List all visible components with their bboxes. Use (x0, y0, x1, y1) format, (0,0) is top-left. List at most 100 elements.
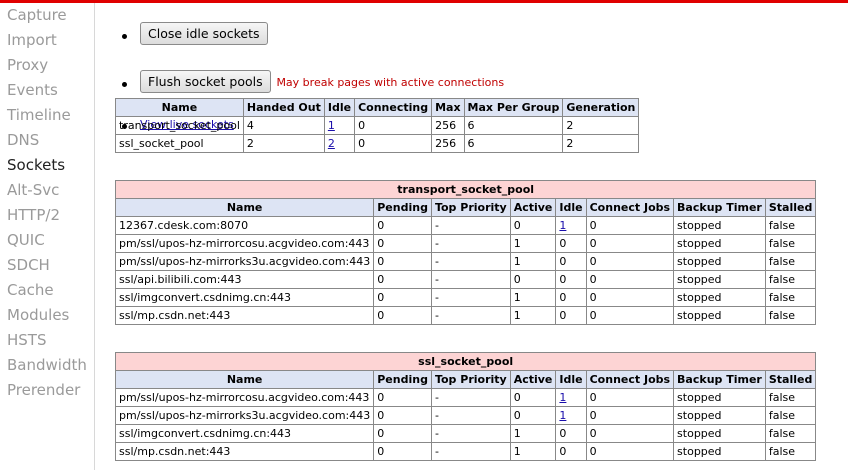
table-cell: 0 (373, 388, 432, 407)
table-cell: 0 (555, 270, 587, 289)
table-cell: pm/ssl/upos-hz-mirrorcosu.acgvideo.com:4… (114, 234, 375, 253)
sidebar-item-hsts[interactable]: HSTS (0, 328, 94, 353)
sidebar-item-bandwidth[interactable]: Bandwidth (0, 353, 94, 378)
table-cell: 0 (373, 306, 432, 325)
column-header: Connect Jobs (585, 370, 675, 389)
table-caption-row: ssl_socket_pool (114, 352, 817, 371)
sidebar-item-import[interactable]: Import (0, 28, 94, 53)
table-row: transport_socket_pool 4 1 0 256 6 2 (115, 116, 640, 135)
sidebar-item-quic[interactable]: QUIC (0, 228, 94, 253)
table-header-row: Name Pending Top Priority Active Idle Connect… (114, 198, 817, 217)
table-caption-row: transport_socket_pool (114, 180, 817, 199)
column-header: Connect Jobs (585, 198, 675, 217)
table-cell: 0 (555, 424, 587, 443)
table-cell: pm/ssl/upos-hz-mirrorks3u.acgvideo.com:4… (114, 252, 375, 271)
flush-socket-pools-button[interactable]: Flush socket pools (140, 70, 271, 93)
flush-warning-text: May break pages with active connections (276, 76, 505, 89)
idle-count-link[interactable]: 1 (559, 409, 566, 422)
table-cell: ssl/imgconvert.csdnimg.cn:443 (114, 424, 375, 443)
table-cell: 2 (242, 134, 325, 153)
sidebar-item-timeline[interactable]: Timeline (0, 103, 94, 128)
table-cell: 0 (585, 234, 675, 253)
idle-count-link[interactable]: 1 (559, 219, 566, 232)
table-cell: 0 (585, 406, 675, 425)
table-cell: ssl/mp.csdn.net:443 (114, 442, 375, 461)
column-header: Stalled (764, 370, 817, 389)
table-cell: false (764, 234, 817, 253)
column-header: Name (115, 98, 244, 117)
socket-pools-summary-table: Name Handed Out Idle Connecting Max Max Per G… (115, 98, 640, 153)
table-cell: 1 (509, 234, 557, 253)
list-item: Close idle sockets (115, 22, 504, 45)
idle-count-link[interactable]: 1 (559, 391, 566, 404)
sidebar-item-prerender[interactable]: Prerender (0, 378, 94, 403)
close-idle-sockets-button[interactable]: Close idle sockets (140, 22, 268, 45)
column-header: Backup Timer (673, 370, 766, 389)
table-cell: 0 (585, 306, 675, 325)
table-row: pm/ssl/upos-hz-mirrorks3u.acgvideo.com:4… (114, 406, 817, 425)
column-header: Backup Timer (673, 198, 766, 217)
table-cell: 0 (373, 234, 432, 253)
column-header: Stalled (764, 198, 817, 217)
table-cell: 0 (509, 216, 557, 235)
sidebar-item-cache[interactable]: Cache (0, 278, 94, 303)
sidebar-item-sockets[interactable]: Sockets (0, 153, 94, 178)
table-cell: 0 (373, 288, 432, 307)
sidebar-item-proxy[interactable]: Proxy (0, 53, 94, 78)
sidebar-item-modules[interactable]: Modules (0, 303, 94, 328)
ssl-socket-pool-table: ssl_socket_pool Name Pending Top Priority Ac… (114, 352, 817, 461)
table-cell: stopped (673, 216, 766, 235)
table-row: ssl/imgconvert.csdnimg.cn:443 0-1 0 0 stoppe… (114, 424, 817, 443)
transport-socket-pool-table: transport_socket_pool Name Pending Top Prio… (114, 180, 817, 325)
table-cell: false (764, 288, 817, 307)
sidebar-item-dns[interactable]: DNS (0, 128, 94, 153)
table-cell: - (430, 406, 511, 425)
column-header: Pending (373, 198, 432, 217)
table-cell: - (430, 442, 511, 461)
column-header: Idle (555, 198, 587, 217)
sidebar-item-alt-svc[interactable]: Alt-Svc (0, 178, 94, 203)
list-item: Flush socket pools May break pages with … (115, 70, 504, 93)
idle-count-link[interactable]: 2 (328, 137, 335, 150)
table-cell: false (764, 216, 817, 235)
table-caption: ssl_socket_pool (114, 352, 817, 371)
column-header: Max (431, 98, 465, 117)
table-cell: 2 (562, 116, 640, 135)
table-cell: 0 (585, 388, 675, 407)
table-cell: 1 (555, 406, 587, 425)
table-row: 12367.cdesk.com:8070 0-0 1 0 stopped false (114, 216, 817, 235)
table-cell: 2 (562, 134, 640, 153)
table-row: pm/ssl/upos-hz-mirrorcosu.acgvideo.com:4… (114, 388, 817, 407)
sidebar-item-http-2[interactable]: HTTP/2 (0, 203, 94, 228)
table-cell: - (430, 216, 511, 235)
table-cell: 0 (555, 306, 587, 325)
column-header: Active (509, 198, 557, 217)
table-cell: 1 (509, 424, 557, 443)
table-cell: stopped (673, 442, 766, 461)
table-cell: - (430, 306, 511, 325)
table-cell: 0 (555, 288, 587, 307)
table-cell: - (430, 234, 511, 253)
table-cell: 0 (585, 252, 675, 271)
sidebar-item-capture[interactable]: Capture (0, 3, 94, 28)
sidebar-item-sdch[interactable]: SDCH (0, 253, 94, 278)
column-header: Top Priority (430, 198, 511, 217)
column-header: Active (509, 370, 557, 389)
column-header: Handed Out (242, 98, 325, 117)
table-cell: 0 (509, 388, 557, 407)
table-cell: stopped (673, 406, 766, 425)
table-cell: stopped (673, 234, 766, 253)
column-header: Name (114, 370, 375, 389)
table-cell: - (430, 288, 511, 307)
table-cell: stopped (673, 306, 766, 325)
table-cell: 6 (463, 134, 564, 153)
idle-count-link[interactable]: 1 (328, 119, 335, 132)
table-cell: 0 (354, 116, 433, 135)
table-cell: 1 (555, 216, 587, 235)
sidebar-item-events[interactable]: Events (0, 78, 94, 103)
table-caption: transport_socket_pool (114, 180, 817, 199)
table-cell: - (430, 270, 511, 289)
table-row: ssl_socket_pool 2 2 0 256 6 2 (115, 134, 640, 153)
table-cell: 0 (373, 424, 432, 443)
column-header: Top Priority (430, 370, 511, 389)
